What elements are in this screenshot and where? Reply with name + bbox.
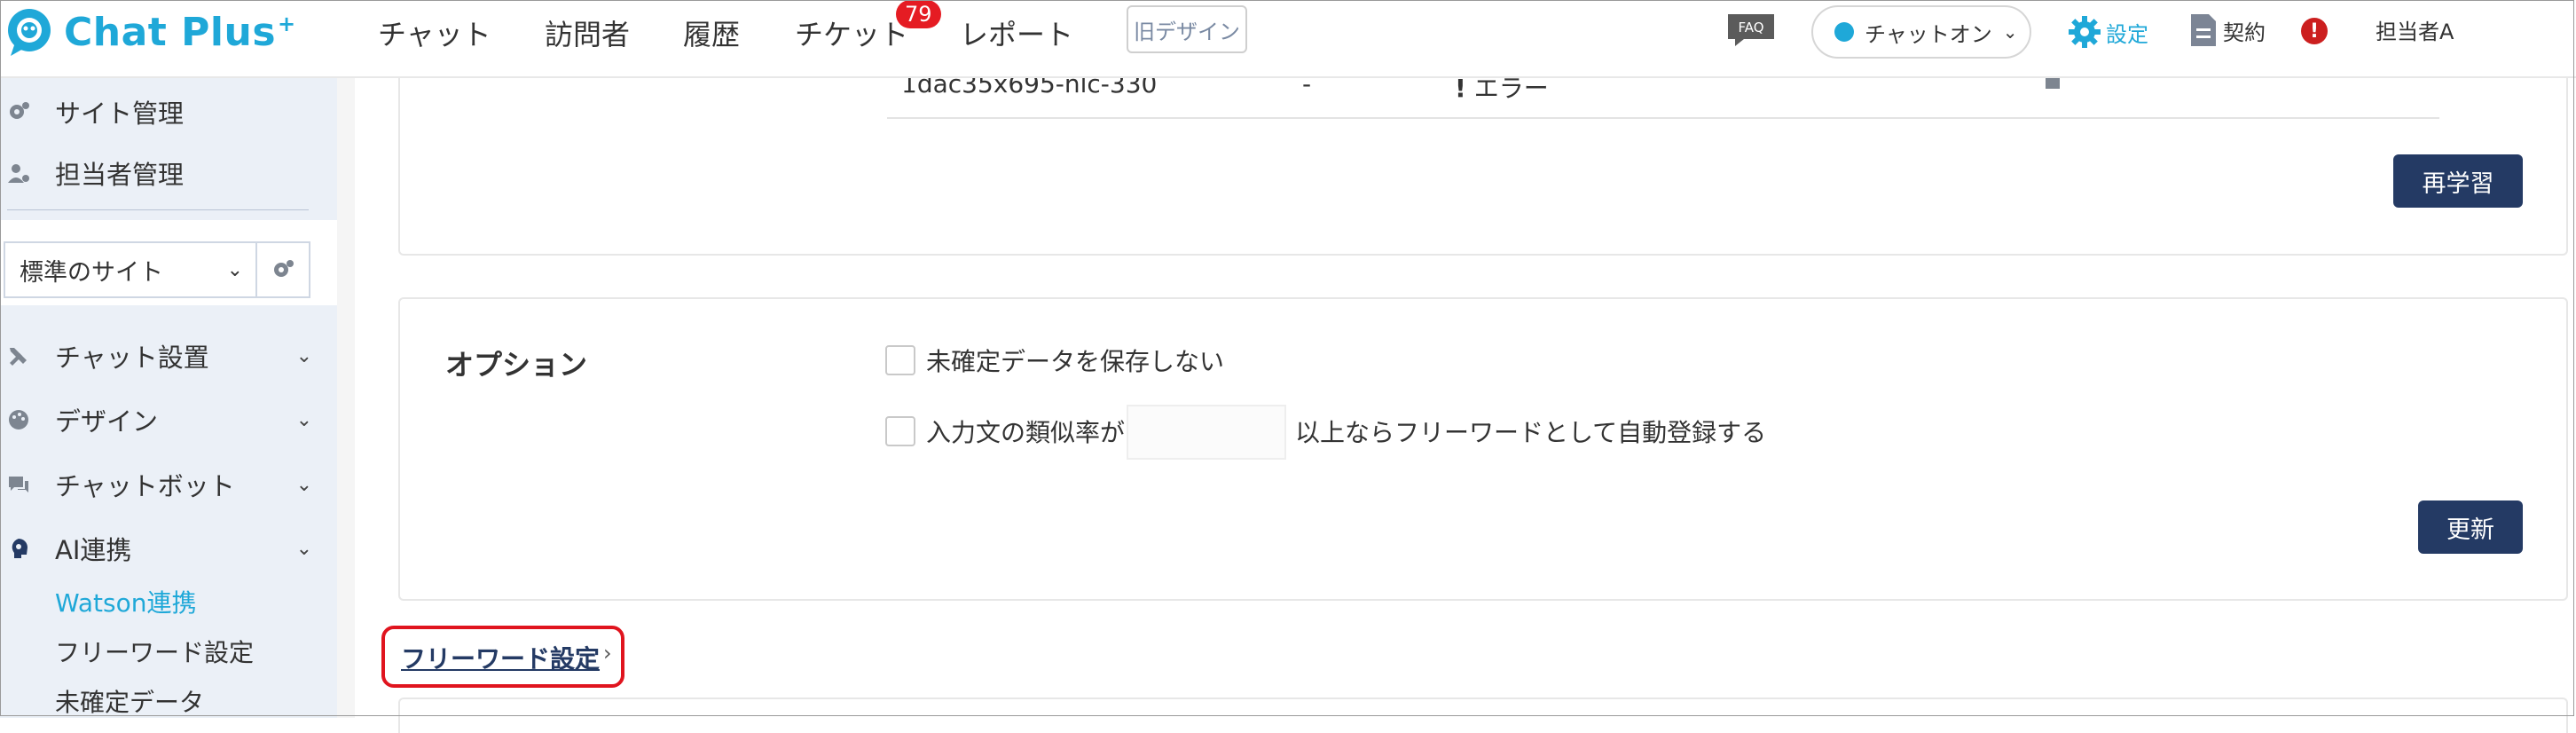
chevron-down-icon: ⌄ [226,258,243,281]
next-card [398,698,2568,733]
options-title: オプション [445,348,588,382]
nav-chat[interactable]: チャット [378,12,491,53]
sidebar-divider [7,209,309,210]
faq-icon[interactable]: FAQ [1726,12,1776,48]
row-action-icon[interactable] [2046,76,2060,89]
document-icon [2191,14,2216,46]
relearn-button[interactable]: 再学習 [2393,154,2523,208]
old-design-button[interactable]: 旧デザイン [1127,5,1247,53]
chevron-down-icon: ⌄ [295,473,312,496]
nav-reports[interactable]: レポート [960,12,1073,53]
logo[interactable]: Chat Plus+ [4,4,296,60]
settings-link[interactable]: 設定 [2067,14,2148,50]
gear-icon [2069,16,2101,48]
sidebar-item-staff-manage[interactable]: 担当者管理 [0,146,328,200]
sidebar-subitem-watson[interactable]: Watson連携 [55,584,197,619]
nav-tickets[interactable]: チケット [795,12,908,53]
sidebar-item-label: サイト管理 [55,99,185,129]
chevron-down-icon: ⌄ [295,408,312,431]
faq-label: FAQ [1738,20,1763,35]
gear-icon [10,102,29,119]
table-divider [887,117,2439,119]
contract-link[interactable]: 契約 [2189,12,2266,48]
chevron-down-icon: ⌄ [2002,21,2018,43]
auto-register-label-before: 入力文の類似率が [926,418,1126,447]
contract-label: 契約 [2223,20,2266,45]
sidebar: サイト管理 担当者管理 標準のサイト ⌄ チャット設置 ⌄ デザイン ⌄ チャッ… [0,78,337,718]
sidebar-subitem-freeword[interactable]: フリーワード設定 [55,634,254,669]
settings-label: 設定 [2106,21,2148,47]
user-menu[interactable]: 担当者A [2376,14,2454,45]
gear-icon [274,260,294,277]
chevron-down-icon: ⌄ [295,344,312,367]
sidebar-item-label: デザイン [55,406,159,437]
update-button[interactable]: 更新 [2418,500,2523,554]
sidebar-scrollbar[interactable] [337,78,356,718]
site-select-value: 標準のサイト [20,258,163,287]
sidebar-item-design[interactable]: デザイン ⌄ [0,393,328,446]
site-settings-button[interactable] [257,241,310,298]
chevron-right-icon: › [603,641,612,666]
alert-icon[interactable]: ! [2301,18,2328,44]
sidebar-item-ai[interactable]: AI連携 ⌄ [0,522,328,575]
options-card [398,297,2568,601]
auto-register-label-after: 以上ならフリーワードとして自動登録する [1295,418,1767,447]
palette-icon [9,410,28,430]
chat-status-dropdown[interactable]: チャットオン ⌄ [1811,5,2031,59]
sidebar-item-label: チャットボット [55,471,235,501]
sidebar-subitem-unconfirmed[interactable]: 未確定データ [55,683,204,718]
nav-history[interactable]: 履歴 [683,12,740,53]
freeword-settings-link[interactable]: フリーワード設定 [401,640,600,675]
status-dot-icon [1834,22,1854,42]
logo-text: Chat Plus+ [64,9,296,55]
auto-register-checkbox[interactable] [885,416,915,446]
sidebar-item-label: 担当者管理 [55,160,185,190]
sidebar-item-chat-install[interactable]: チャット設置 ⌄ [0,329,328,382]
chat-status-label: チャットオン [1865,21,1992,47]
chat-bubble-logo-icon [8,9,51,56]
similarity-rate-input[interactable] [1127,405,1286,460]
chat-bubbles-icon [9,477,28,493]
no-save-unconfirmed-checkbox[interactable] [885,345,915,375]
site-select[interactable]: 標準のサイト ⌄ [4,241,257,298]
chevron-down-icon: ⌄ [295,537,312,560]
sidebar-item-label: AI連携 [55,535,132,565]
no-save-unconfirmed-label: 未確定データを保存しない [926,347,1225,376]
sidebar-item-label: チャット設置 [55,343,209,373]
nav-visitors[interactable]: 訪問者 [545,12,630,53]
ticket-count-badge: 79 [896,0,941,28]
ai-head-icon [12,539,27,558]
user-gear-icon [8,164,29,183]
sidebar-item-site-manage[interactable]: サイト管理 [0,85,328,138]
sidebar-item-chatbot[interactable]: チャットボット ⌄ [0,458,328,511]
tools-icon [10,348,27,366]
top-bar: Chat Plus+ チャット 訪問者 履歴 チケット レポート 79 旧デザイ… [0,0,2576,78]
